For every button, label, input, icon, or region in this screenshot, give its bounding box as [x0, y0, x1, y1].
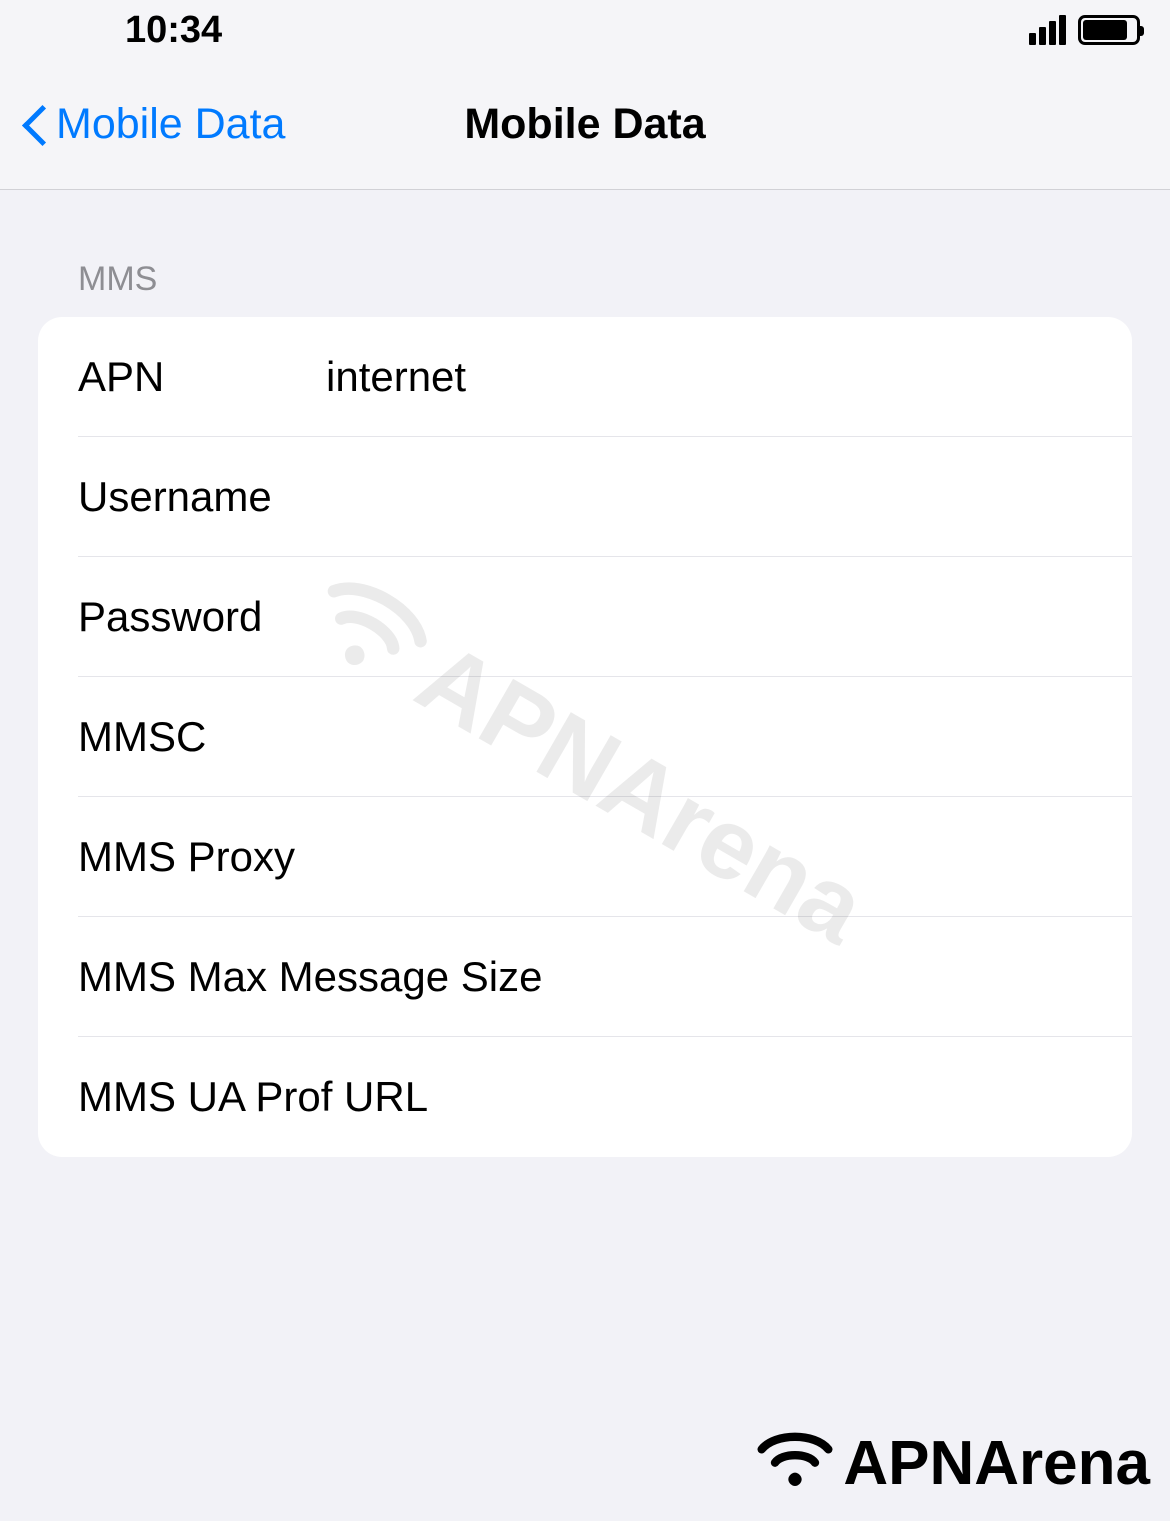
cellular-signal-icon [1029, 15, 1066, 45]
footer-text: APNArena [843, 1428, 1150, 1499]
row-password[interactable]: Password [38, 557, 1132, 677]
row-apn[interactable]: APN internet [38, 317, 1132, 437]
value-apn: internet [326, 353, 466, 401]
settings-group-mms: APN internet Username Password MMSC MMS … [38, 317, 1132, 1157]
row-mms-ua-prof[interactable]: MMS UA Prof URL [38, 1037, 1132, 1157]
label-password: Password [78, 593, 318, 641]
back-label: Mobile Data [56, 100, 285, 149]
row-username[interactable]: Username [38, 437, 1132, 557]
content-area: MMS APN internet Username Password MMSC … [0, 190, 1170, 1157]
footer-logo: APNArena [755, 1426, 1150, 1501]
row-mms-max-size[interactable]: MMS Max Message Size [38, 917, 1132, 1037]
row-mmsc[interactable]: MMSC [38, 677, 1132, 797]
wifi-icon [755, 1426, 835, 1501]
status-time: 10:34 [125, 9, 222, 52]
label-apn: APN [78, 353, 318, 401]
chevron-left-icon [20, 101, 48, 149]
status-indicators [1029, 15, 1140, 45]
label-mms-ua-prof: MMS UA Prof URL [78, 1073, 428, 1121]
label-username: Username [78, 473, 318, 521]
section-header-mms: MMS [78, 260, 1132, 299]
status-bar: 10:34 [0, 0, 1170, 60]
label-mms-proxy: MMS Proxy [78, 833, 318, 881]
row-mms-proxy[interactable]: MMS Proxy [38, 797, 1132, 917]
back-button[interactable]: Mobile Data [20, 100, 285, 149]
label-mmsc: MMSC [78, 713, 318, 761]
navigation-bar: Mobile Data Mobile Data [0, 60, 1170, 190]
battery-icon [1078, 15, 1140, 45]
label-mms-max-size: MMS Max Message Size [78, 953, 542, 1001]
page-title: Mobile Data [464, 100, 705, 149]
